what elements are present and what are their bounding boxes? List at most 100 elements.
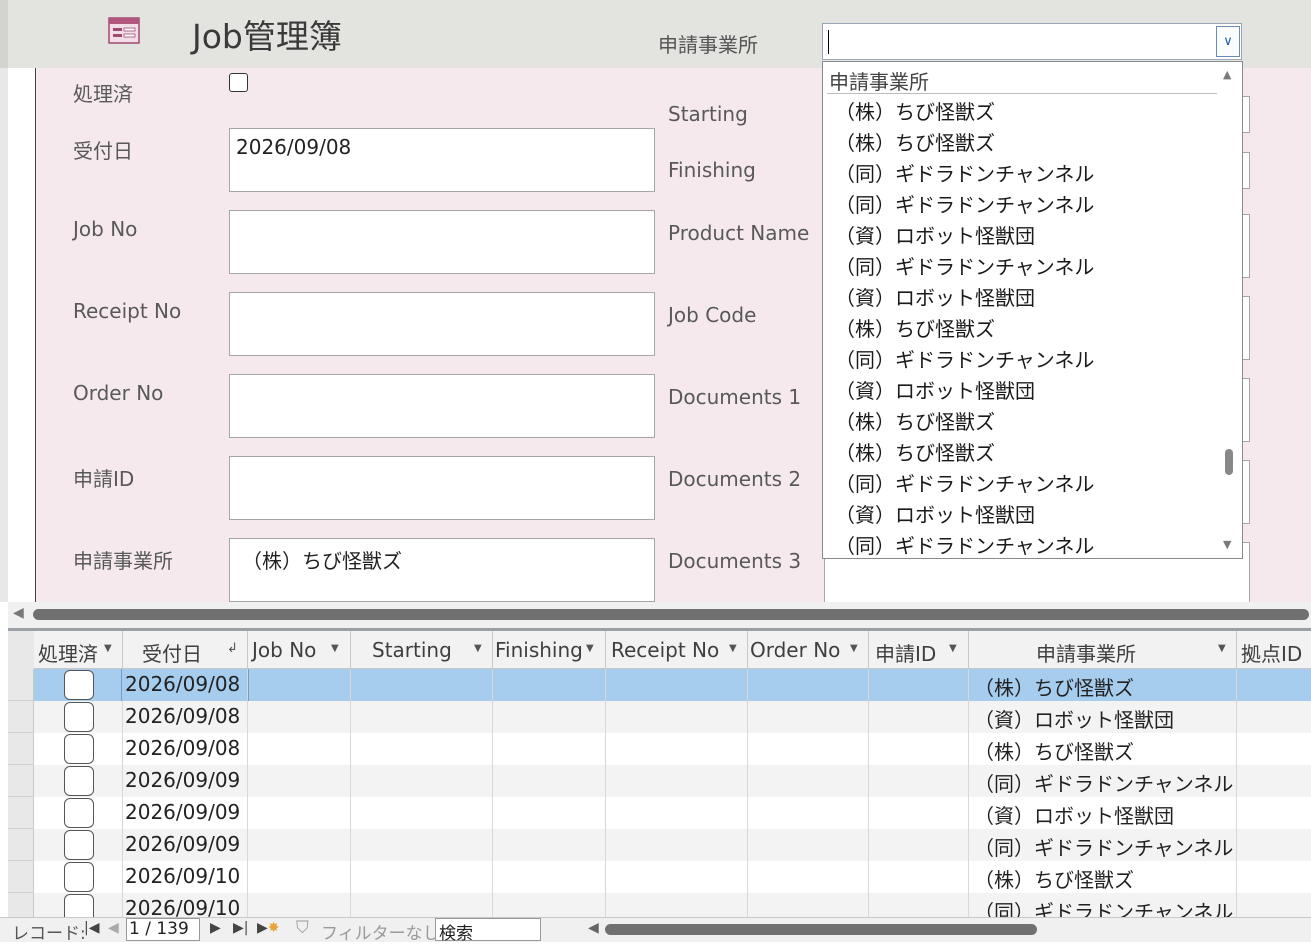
datasheet-row-selectors[interactable]	[8, 669, 34, 925]
table-cell-office[interactable]: （株）ちび怪獣ズ	[968, 733, 1237, 765]
table-cell-finish[interactable]	[492, 797, 606, 829]
table-cell-date[interactable]: 2026/09/08	[122, 733, 248, 765]
next-record-icon[interactable]: ▶	[210, 920, 221, 936]
dropdown-option[interactable]: （資）ロボット怪獣団	[835, 282, 1035, 311]
table-cell-appid[interactable]	[868, 861, 969, 893]
dropdown-option[interactable]: （株）ちび怪獣ズ	[835, 127, 995, 156]
table-cell-office[interactable]: （株）ちび怪獣ズ	[968, 861, 1237, 893]
table-cell-date[interactable]: 2026/09/09	[122, 765, 248, 797]
column-header-finishing[interactable]: Finishing ▼	[492, 631, 606, 669]
table-cell-receipt[interactable]	[605, 893, 748, 917]
table-cell-processed[interactable]	[34, 861, 123, 893]
table-cell-base[interactable]	[1236, 765, 1311, 797]
table-cell-finish[interactable]	[492, 861, 606, 893]
table-cell-office[interactable]: （同）ギドラドンチャンネル	[968, 829, 1237, 861]
column-header-office[interactable]: 申請事業所 ▼	[968, 631, 1237, 669]
scroll-left-icon[interactable]: ◀	[13, 605, 24, 621]
dropdown-option[interactable]: （株）ちび怪獣ズ	[835, 313, 995, 342]
table-cell-start[interactable]	[350, 669, 493, 701]
table-cell-jobno[interactable]	[247, 733, 351, 765]
dropdown-option[interactable]: （資）ロボット怪獣団	[835, 499, 1035, 528]
table-cell-base[interactable]	[1236, 893, 1311, 917]
table-cell-order[interactable]	[747, 829, 869, 861]
current-record-field[interactable]: 1 / 139	[126, 918, 200, 941]
table-row[interactable]: 2026/09/09 （同）ギドラドンチャンネル	[34, 765, 1311, 798]
table-cell-base[interactable]	[1236, 669, 1311, 701]
table-cell-base[interactable]	[1236, 701, 1311, 733]
table-cell-start[interactable]	[350, 829, 493, 861]
table-cell-order[interactable]	[747, 893, 869, 917]
table-cell-receipt[interactable]	[605, 861, 748, 893]
table-cell-start[interactable]	[350, 733, 493, 765]
last-record-icon[interactable]: ▶|	[233, 920, 248, 936]
column-filter-icon[interactable]: ▼	[474, 643, 482, 654]
search-input[interactable]: 検索	[435, 918, 541, 944]
table-cell-processed[interactable]	[34, 733, 123, 765]
table-cell-jobno[interactable]	[247, 893, 351, 917]
horizontal-scroll-thumb[interactable]	[33, 609, 1309, 620]
table-cell-processed[interactable]	[34, 765, 123, 797]
application-id-field[interactable]	[229, 456, 655, 520]
filter-icon[interactable]: ⛉	[296, 918, 309, 938]
column-filter-icon[interactable]: ▼	[949, 643, 957, 654]
scrollbar-thumb[interactable]	[1225, 449, 1233, 475]
new-record-icon[interactable]: ▶✸	[257, 920, 280, 936]
table-cell-jobno[interactable]	[247, 701, 351, 733]
office-dropdown-list[interactable]: 申請事業所 ▲ ▼ （株）ちび怪獣ズ （株）ちび怪獣ズ （同）ギドラドンチャンネル（…	[822, 61, 1243, 559]
table-cell-date[interactable]: 2026/09/08	[122, 701, 248, 733]
table-row[interactable]: 2026/09/09 （資）ロボット怪獣団	[34, 797, 1311, 830]
table-cell-date[interactable]: 2026/09/09	[122, 829, 248, 861]
table-cell-jobno[interactable]	[247, 861, 351, 893]
table-row[interactable]: 2026/09/08 （資）ロボット怪獣団	[34, 701, 1311, 734]
table-cell-finish[interactable]	[492, 701, 606, 733]
receipt-date-field[interactable]: 2026/09/08	[229, 128, 655, 192]
table-cell-base[interactable]	[1236, 829, 1311, 861]
dropdown-scrollbar[interactable]: ▲ ▼	[1217, 62, 1242, 558]
processed-checkbox[interactable]	[64, 862, 94, 892]
dropdown-option[interactable]: （同）ギドラドンチャンネル	[835, 251, 1094, 280]
column-filter-icon[interactable]: ▼	[850, 643, 858, 654]
column-header-base-id[interactable]: 拠点ID	[1236, 631, 1311, 669]
dropdown-option[interactable]: （同）ギドラドンチャンネル	[835, 344, 1094, 373]
column-header-order-no[interactable]: Order No ▼	[747, 631, 869, 669]
office-field[interactable]: （株）ちび怪獣ズ	[229, 538, 655, 602]
table-cell-office[interactable]: （株）ちび怪獣ズ	[968, 669, 1237, 701]
table-cell-jobno[interactable]	[247, 669, 351, 701]
processed-checkbox[interactable]	[64, 798, 94, 828]
dropdown-option[interactable]: （資）ロボット怪獣団	[835, 220, 1035, 249]
table-cell-order[interactable]	[747, 765, 869, 797]
previous-record-icon[interactable]: ◀	[108, 920, 119, 936]
dropdown-option[interactable]: （同）ギドラドンチャンネル	[835, 158, 1094, 187]
column-header-job-no[interactable]: Job No ▼	[247, 631, 351, 669]
table-cell-appid[interactable]	[868, 701, 969, 733]
table-cell-finish[interactable]	[492, 669, 606, 701]
job-no-field[interactable]	[229, 210, 655, 274]
table-cell-office[interactable]: （同）ギドラドンチャンネル	[968, 893, 1237, 917]
table-cell-finish[interactable]	[492, 733, 606, 765]
dropdown-option[interactable]: （同）ギドラドンチャンネル	[835, 189, 1094, 218]
table-cell-order[interactable]	[747, 797, 869, 829]
table-cell-appid[interactable]	[868, 733, 969, 765]
table-cell-base[interactable]	[1236, 797, 1311, 829]
table-cell-order[interactable]	[747, 669, 869, 701]
table-cell-finish[interactable]	[492, 893, 606, 917]
receipt-no-field[interactable]	[229, 292, 655, 356]
select-all-corner[interactable]	[8, 631, 34, 669]
table-cell-start[interactable]	[350, 797, 493, 829]
table-row[interactable]: 2026/09/08 （株）ちび怪獣ズ	[34, 669, 1311, 702]
table-cell-jobno[interactable]	[247, 797, 351, 829]
column-header-processed[interactable]: 処理済 ▼	[34, 631, 123, 669]
table-row[interactable]: 2026/09/08 （株）ちび怪獣ズ	[34, 733, 1311, 766]
processed-checkbox[interactable]	[64, 702, 94, 732]
table-cell-jobno[interactable]	[247, 829, 351, 861]
table-row[interactable]: 2026/09/10 （同）ギドラドンチャンネル	[34, 893, 1311, 917]
dropdown-option[interactable]: （株）ちび怪獣ズ	[835, 406, 995, 435]
table-cell-appid[interactable]	[868, 829, 969, 861]
table-cell-office[interactable]: （資）ロボット怪獣団	[968, 797, 1237, 829]
column-filter-icon[interactable]: ▼	[331, 643, 339, 654]
column-filter-icon[interactable]: ▼	[1218, 643, 1226, 654]
table-cell-date[interactable]: 2026/09/09	[122, 797, 248, 829]
table-cell-appid[interactable]	[868, 669, 969, 701]
table-cell-finish[interactable]	[492, 829, 606, 861]
table-cell-order[interactable]	[747, 701, 869, 733]
